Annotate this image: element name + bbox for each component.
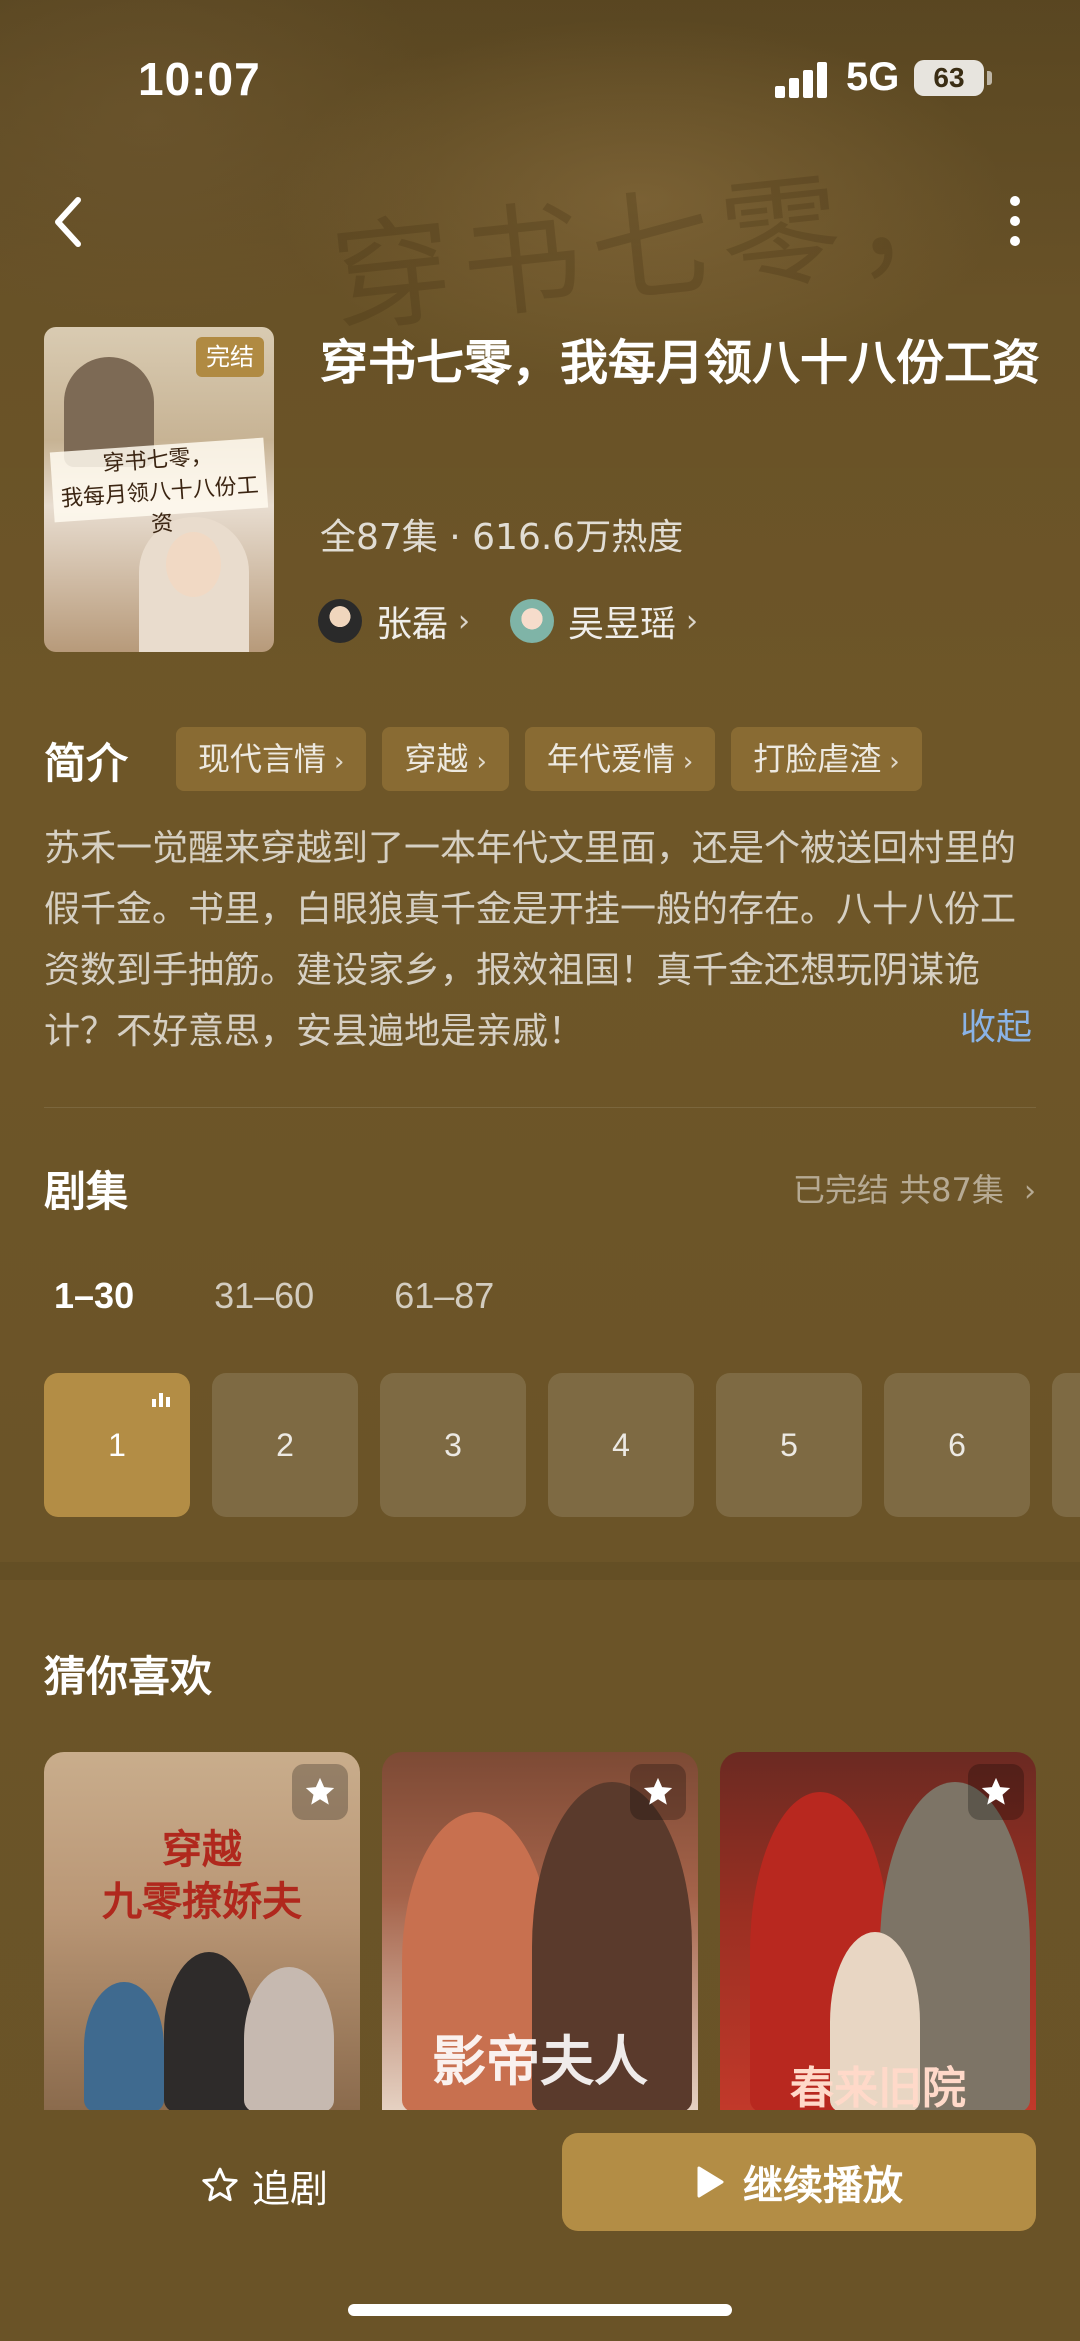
section-separator — [0, 1562, 1080, 1580]
title-line: 穿越 — [162, 1826, 242, 1873]
genre-tag[interactable]: 穿越 › — [382, 727, 509, 791]
recommend-heading: 猜你喜欢 — [44, 1652, 213, 1701]
network-label: 5G — [846, 55, 900, 99]
intro-description: 苏禾一觉醒来穿越到了一本年代文里面，还是个被送回村里的假千金。书里，白眼狼真千金… — [44, 828, 1017, 1052]
cast-name: 张磊 — [376, 604, 449, 645]
recommend-list: 穿越 九零撩娇夫 影帝夫人 春来旧院 — [44, 1752, 1036, 2112]
chevron-right-icon: › — [889, 747, 900, 777]
chevron-right-icon: › — [682, 747, 694, 777]
episode-number: 4 — [612, 1426, 630, 1463]
poster-title: 穿书七零， 我每月领八十八份工资 — [49, 437, 269, 538]
hero-watermark: 穿书七零， — [325, 145, 987, 352]
continue-play-button[interactable]: 继续播放 — [562, 2133, 1036, 2231]
more-dot-icon — [1010, 236, 1020, 246]
episode-range-tabs: 1–30 31–60 61–87 — [54, 1275, 494, 1317]
chevron-right-icon: › — [476, 747, 487, 777]
poster-figure — [244, 1967, 334, 2112]
episode-number: 2 — [276, 1426, 294, 1463]
divider — [44, 1107, 1036, 1108]
recommend-card-title: 穿越 九零撩娇夫 — [44, 1824, 360, 1928]
more-dot-icon — [1010, 196, 1020, 206]
recommend-card-title: 影帝夫人 — [432, 2029, 648, 2093]
playing-icon — [152, 1393, 172, 1407]
tag-label: 打脸虐渣 — [753, 740, 882, 778]
recommend-card[interactable]: 春来旧院 — [720, 1752, 1036, 2112]
completed-badge: 完结 — [196, 337, 264, 377]
episode-button-partial[interactable] — [1052, 1373, 1080, 1517]
poster-face — [166, 532, 221, 597]
status-bar: 10:07 5G 63 — [0, 0, 1080, 150]
intro-heading: 简介 — [44, 739, 129, 788]
recommend-card[interactable]: 穿越 九零撩娇夫 — [44, 1752, 360, 2112]
range-tab[interactable]: 1–30 — [54, 1275, 134, 1317]
episode-button[interactable]: 3 — [380, 1373, 526, 1517]
avatar — [318, 599, 362, 643]
favorite-button[interactable] — [968, 1764, 1024, 1820]
episode-button[interactable]: 2 — [212, 1373, 358, 1517]
recommend-card-title: 春来旧院 — [790, 2063, 966, 2112]
play-label: 继续播放 — [743, 2163, 903, 2209]
recommend-card[interactable]: 影帝夫人 — [382, 1752, 698, 2112]
chevron-left-icon — [55, 197, 81, 247]
play-icon — [697, 2166, 724, 2198]
episode-button[interactable]: 1 — [44, 1373, 190, 1517]
star-filled-icon — [305, 1777, 335, 1805]
more-options-button[interactable] — [1000, 190, 1030, 260]
favorite-button[interactable] — [630, 1764, 686, 1820]
home-indicator[interactable] — [348, 2304, 732, 2316]
episodes-heading: 剧集 — [44, 1167, 129, 1216]
tag-label: 穿越 — [404, 740, 469, 778]
episodes-status-link[interactable]: 已完结 共87集 › — [793, 1165, 1036, 1211]
more-dot-icon — [1010, 216, 1020, 226]
cast-list: 张磊 › 吴昱瑶 › — [318, 595, 698, 647]
show-meta: 全87集 · 616.6万热度 — [320, 517, 684, 558]
follow-button[interactable]: 追剧 — [200, 2155, 360, 2215]
episode-button[interactable]: 4 — [548, 1373, 694, 1517]
episode-number: 3 — [444, 1426, 462, 1463]
episode-number: 5 — [780, 1426, 798, 1463]
battery-tip — [987, 71, 992, 85]
avatar — [510, 599, 555, 643]
chevron-right-icon: › — [686, 603, 699, 639]
star-outline-icon — [202, 2167, 238, 2202]
poster-figure — [84, 1982, 164, 2112]
chevron-right-icon: › — [334, 747, 345, 777]
genre-tag[interactable]: 现代言情 › — [176, 727, 367, 791]
episode-button[interactable]: 6 — [884, 1373, 1030, 1517]
chevron-right-icon: › — [1024, 1174, 1036, 1209]
tag-label: 年代爱情 — [546, 740, 675, 778]
signal-icon — [775, 60, 829, 98]
battery-icon: 63 — [914, 60, 984, 96]
genre-tags: 现代言情 › 穿越 › 年代爱情 › 打脸虐渣 › — [176, 727, 922, 791]
episodes-status: 已完结 共87集 — [792, 1171, 1004, 1209]
range-tab[interactable]: 31–60 — [214, 1275, 314, 1317]
poster-title-line: 我每月领八十八份工资 — [60, 473, 260, 538]
star-filled-icon — [643, 1777, 673, 1805]
episode-grid: 1 2 3 4 5 6 — [44, 1373, 1080, 1517]
collapse-link[interactable]: 收起 — [960, 998, 1032, 1050]
genre-tag[interactable]: 打脸虐渣 › — [731, 727, 922, 791]
poster-figure — [164, 1952, 254, 2112]
episode-number: 6 — [948, 1426, 966, 1463]
show-title: 穿书七零，我每月领八十八份工资 — [320, 335, 1041, 391]
favorite-button[interactable] — [292, 1764, 348, 1820]
follow-label: 追剧 — [252, 2166, 329, 2211]
episode-number: 1 — [108, 1426, 126, 1463]
cast-name: 吴昱瑶 — [568, 604, 677, 645]
genre-tag[interactable]: 年代爱情 › — [524, 727, 716, 791]
cast-item[interactable]: 张磊 › — [318, 595, 470, 647]
cast-item[interactable]: 吴昱瑶 › — [510, 595, 698, 647]
title-line: 九零撩娇夫 — [102, 1878, 302, 1925]
back-button[interactable] — [48, 192, 98, 252]
episode-button[interactable]: 5 — [716, 1373, 862, 1517]
show-poster: 穿书七零， 我每月领八十八份工资 完结 — [44, 327, 274, 652]
chevron-right-icon: › — [458, 603, 471, 639]
star-filled-icon — [981, 1777, 1011, 1805]
tag-label: 现代言情 — [198, 740, 327, 778]
range-tab[interactable]: 61–87 — [394, 1275, 494, 1317]
status-time: 10:07 — [138, 53, 261, 105]
